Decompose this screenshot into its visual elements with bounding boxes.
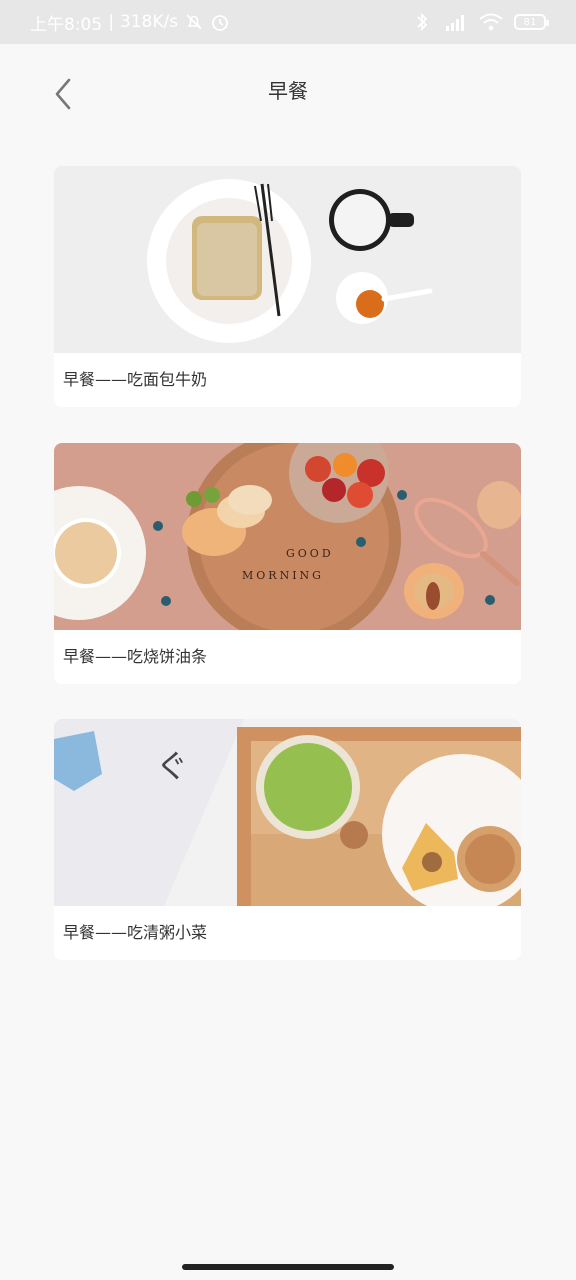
status-right: 81 [412,12,549,32]
bluetooth-icon [412,12,432,32]
status-speed: 318K/s [119,12,179,32]
page-title: 早餐 [268,78,308,103]
good-morning-image: GOOD MORNING [54,443,521,630]
status-time: 上午8:05 [30,14,103,35]
status-left: 上午8:05 | 318K/s [30,10,230,35]
morning-text: MORNING [242,569,324,582]
breakfast-card-1[interactable]: 早餐——吃面包牛奶 [54,166,521,407]
gesture-bar[interactable] [182,1264,394,1270]
alarm-icon [210,12,230,32]
back-button[interactable] [48,72,78,116]
breakfast-card-2[interactable]: GOOD MORNING 早餐——吃烧饼油条 [54,443,521,684]
wifi-icon [478,12,504,32]
card-label: 早餐——吃面包牛奶 [63,370,208,389]
note-glyph: ぐ [156,747,188,785]
status-divider: | [108,12,114,32]
status-bar: 上午8:05 | 318K/s 81 [0,0,576,44]
bread-milk-image [54,166,521,353]
battery-icon: 81 [514,14,549,30]
breakfast-card-3[interactable]: ぐ 早餐——吃清粥小菜 [54,719,521,960]
app-header: 早餐 [0,44,576,140]
mute-bell-icon [184,12,204,32]
card-label: 早餐——吃清粥小菜 [63,923,208,942]
chevron-left-icon [55,78,71,110]
good-text: GOOD [286,547,334,560]
porridge-image: ぐ [54,719,521,906]
card-label: 早餐——吃烧饼油条 [63,647,208,666]
signal-icon [442,12,468,32]
